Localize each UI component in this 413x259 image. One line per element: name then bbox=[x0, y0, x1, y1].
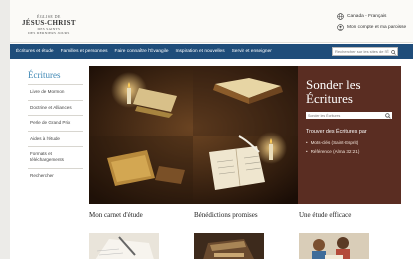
logo-line-3b: DES DERNIERS JOURS bbox=[28, 31, 70, 35]
hero-search-panel: Sonder les Écritures Sonder les Écriture… bbox=[298, 66, 401, 204]
user-icon bbox=[337, 24, 344, 31]
nav-item-serve[interactable]: Servir et enseigner bbox=[232, 49, 272, 54]
logo-line-2: JÉSUS-CHRIST bbox=[22, 19, 76, 27]
web-page: ÉGLISE DE JÉSUS-CHRIST DES SAINTS DES DE… bbox=[10, 0, 413, 259]
nav-item-scriptures[interactable]: Écritures et étude bbox=[16, 49, 54, 54]
scripture-search-placeholder: Sonder les Écritures bbox=[308, 113, 341, 118]
card-effective-study[interactable]: Une étude efficace bbox=[299, 211, 351, 219]
card-title: Une étude efficace bbox=[299, 211, 352, 219]
sidebar-item-book-of-mormon[interactable]: Livre de Mormon bbox=[28, 84, 83, 100]
sidebar: Écritures Livre de Mormon Doctrine et Al… bbox=[28, 67, 83, 183]
nav-item-inspiration[interactable]: Inspiration et nouvelles bbox=[176, 49, 225, 54]
nav-item-gospel[interactable]: Faire connaître l'Évangile bbox=[115, 49, 169, 54]
site-header: ÉGLISE DE JÉSUS-CHRIST DES SAINTS DES DE… bbox=[10, 0, 413, 43]
sidebar-item-study-helps[interactable]: Aides à l'étude bbox=[28, 130, 83, 147]
card-promised-blessings[interactable]: Bénédictions promises bbox=[194, 211, 258, 219]
site-search-input[interactable]: Rechercher sur les sites de l'É bbox=[332, 47, 398, 56]
account-link[interactable]: Mon compte et ma paroisse bbox=[337, 23, 406, 32]
language-link-label: Canada - Français bbox=[347, 14, 387, 19]
sidebar-item-formats-downloads[interactable]: Formats et téléchargements bbox=[28, 146, 83, 167]
sidebar-item-pearl-great-price[interactable]: Perle de Grand Prix bbox=[28, 115, 83, 131]
card-title: Mon carnet d'étude bbox=[89, 211, 143, 219]
search-option-keywords[interactable]: Mots-clés (Saint-Esprit) bbox=[306, 140, 394, 145]
search-icon[interactable] bbox=[389, 48, 397, 56]
globe-icon bbox=[337, 13, 344, 20]
search-options-list: Mots-clés (Saint-Esprit) Référence (Alma… bbox=[306, 140, 394, 154]
hero-title-line-1: Sonder les bbox=[306, 77, 361, 92]
church-logo[interactable]: ÉGLISE DE JÉSUS-CHRIST DES SAINTS DES DE… bbox=[22, 14, 76, 35]
search-icon[interactable] bbox=[385, 112, 391, 119]
site-search-placeholder: Rechercher sur les sites de l'É bbox=[335, 49, 389, 54]
main-nav: Écritures et étude Familles et personnes… bbox=[10, 44, 413, 59]
hero-title-line-2: Écritures bbox=[306, 91, 353, 106]
scripture-search-input[interactable]: Sonder les Écritures bbox=[306, 112, 392, 119]
card-effective-study-image[interactable] bbox=[299, 233, 369, 259]
language-link[interactable]: Canada - Français bbox=[337, 12, 406, 21]
nav-item-families[interactable]: Familles et personnes bbox=[61, 49, 108, 54]
sidebar-item-doctrine-covenants[interactable]: Doctrine et Alliances bbox=[28, 99, 83, 116]
sidebar-title[interactable]: Écritures bbox=[28, 70, 83, 80]
account-link-label: Mon compte et ma paroisse bbox=[347, 25, 407, 30]
card-title: Bénédictions promises bbox=[194, 211, 258, 219]
sidebar-item-search[interactable]: Rechercher bbox=[28, 167, 83, 184]
search-option-reference[interactable]: Référence (Alma 32:21) bbox=[306, 149, 394, 154]
card-study-journal[interactable]: Mon carnet d'étude bbox=[89, 211, 143, 219]
find-scriptures-label: Trouver des Écritures par bbox=[306, 129, 367, 135]
hero-banner: Sonder les Écritures Sonder les Écriture… bbox=[89, 66, 401, 204]
card-promised-blessings-image[interactable] bbox=[194, 233, 264, 259]
card-study-journal-image[interactable] bbox=[89, 233, 159, 259]
